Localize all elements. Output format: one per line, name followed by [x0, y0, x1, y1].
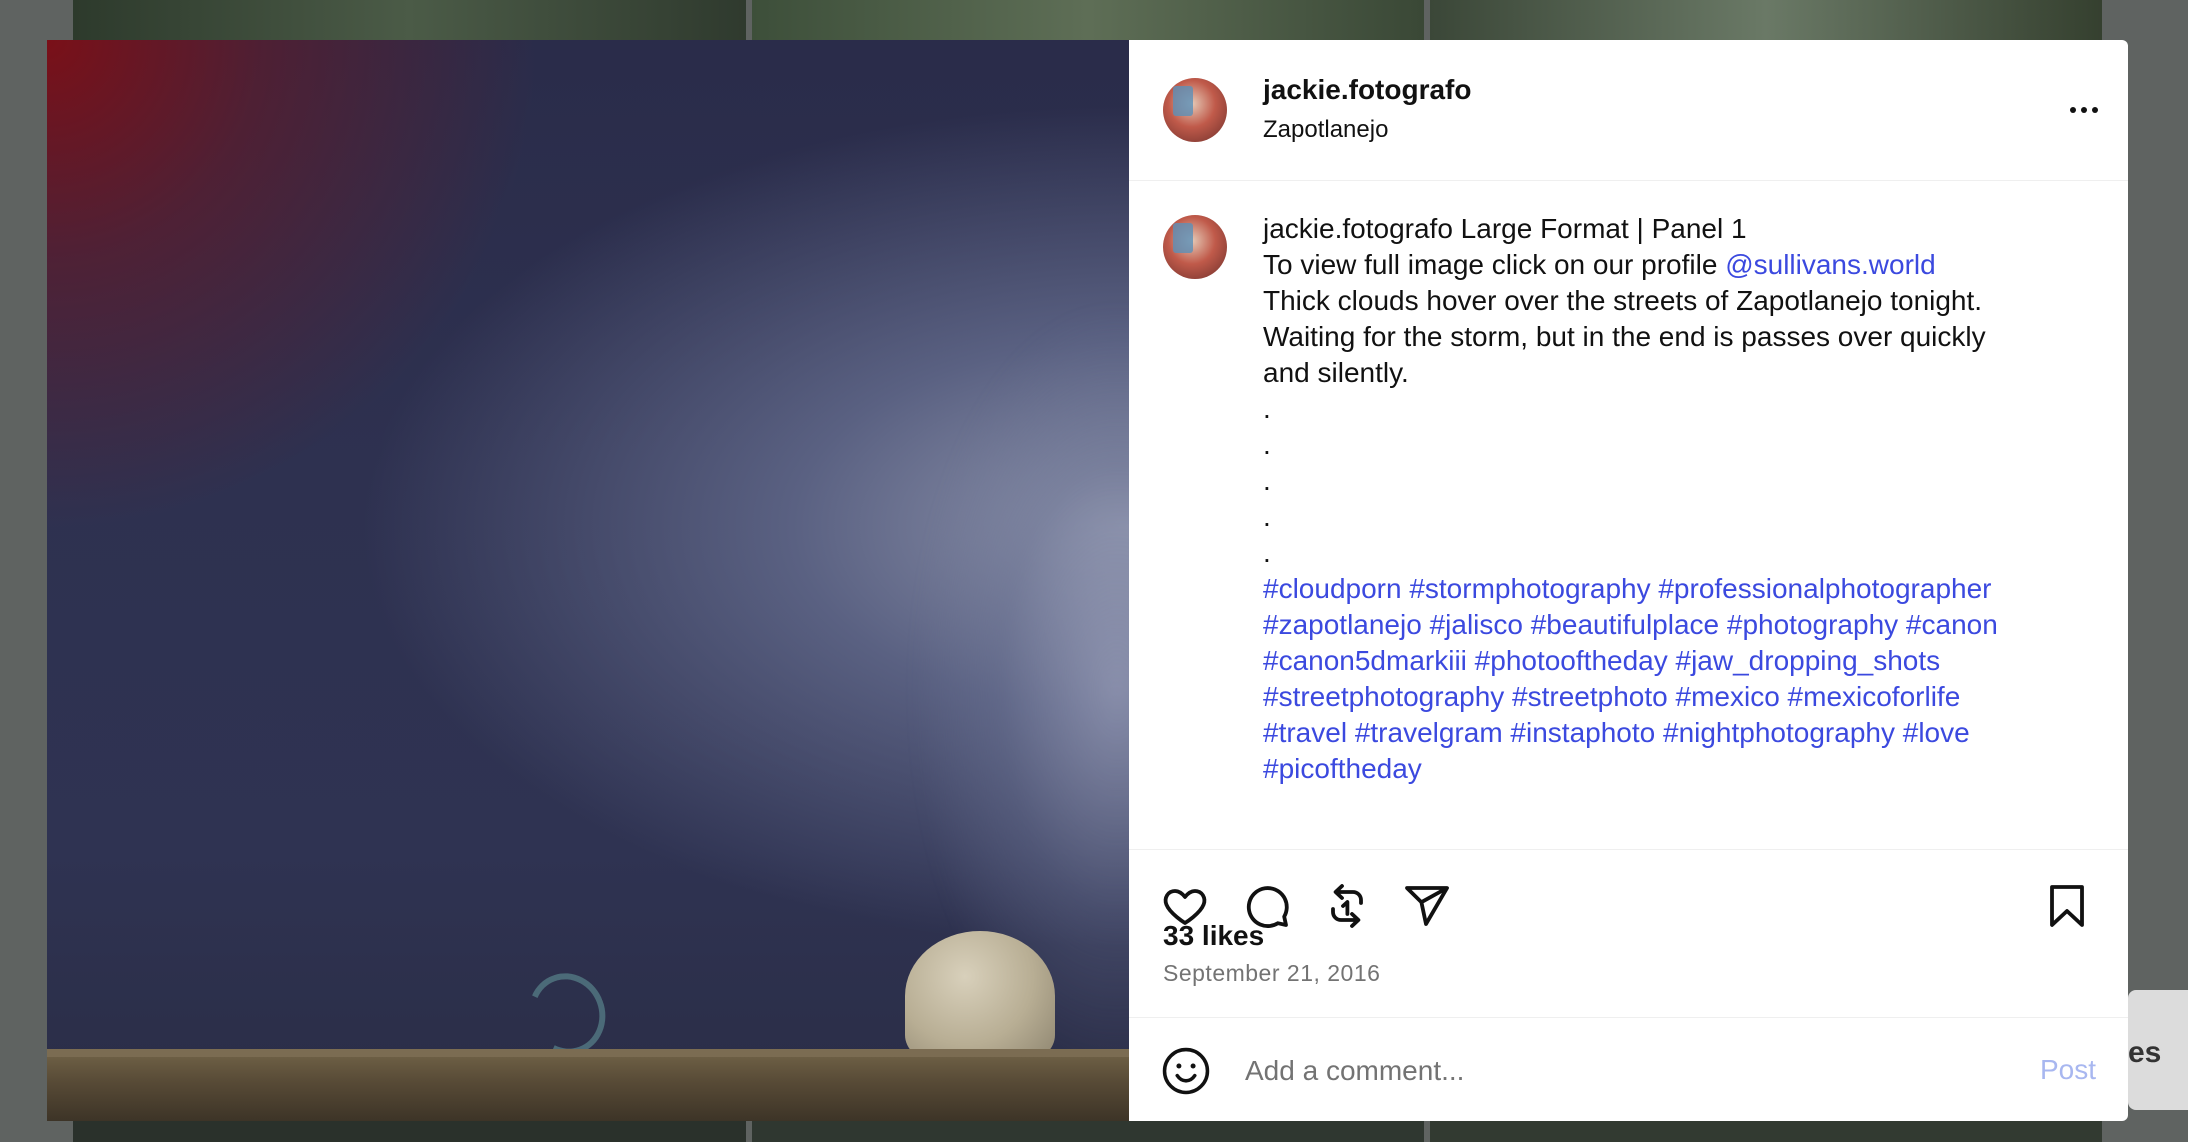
- likes-count[interactable]: 33 likes: [1163, 920, 1264, 952]
- post-modal: jackie.fotografo Zapotlanejo jackie.foto…: [47, 40, 2128, 1121]
- avatar[interactable]: [1163, 78, 1227, 142]
- background-thumbnail: [752, 0, 1424, 40]
- dot-icon: [2070, 107, 2076, 113]
- post-username[interactable]: jackie.fotografo: [1263, 74, 1471, 106]
- hashtag-line[interactable]: #zapotlanejo #jalisco #beautifulplace #p…: [1263, 607, 2083, 643]
- comment-bar: Post: [1129, 1017, 2128, 1121]
- caption-dot: .: [1263, 393, 1271, 424]
- comment-input[interactable]: [1243, 1044, 1947, 1098]
- photo-water-tank: [905, 931, 1055, 1061]
- caption-line: and silently.: [1263, 357, 1409, 388]
- repost-button[interactable]: [1321, 880, 1373, 932]
- background-thumbnail: [73, 1120, 746, 1142]
- caption-section: jackie.fotografo Large Format | Panel 1 …: [1129, 181, 2128, 850]
- post-location[interactable]: Zapotlanejo: [1263, 116, 1388, 144]
- background-side-text: es: [2128, 1036, 2162, 1069]
- caption-dot: .: [1263, 537, 1271, 568]
- post-side-panel: jackie.fotografo Zapotlanejo jackie.foto…: [1129, 40, 2128, 1121]
- more-options-button[interactable]: [2062, 90, 2106, 130]
- caption-line: Waiting for the storm, but in the end is…: [1263, 321, 1986, 352]
- background-thumbnail: [1430, 1120, 2102, 1142]
- post-date[interactable]: September 21, 2016: [1163, 960, 1380, 987]
- caption-profile-text: To view full image click on our profile: [1263, 249, 1718, 280]
- photo-rooftop: [47, 1057, 1129, 1121]
- save-button[interactable]: [2041, 880, 2093, 932]
- hashtag-line[interactable]: #streetphotography #streetphoto #mexico …: [1263, 679, 2083, 715]
- smiley-icon: [1162, 1047, 1210, 1095]
- background-thumbnail: [1430, 0, 2102, 40]
- background-thumbnail: [752, 1120, 1424, 1142]
- hashtag-line[interactable]: #travel #travelgram #instaphoto #nightph…: [1263, 715, 2083, 751]
- caption-dot: .: [1263, 465, 1271, 496]
- post-comment-button[interactable]: Post: [2040, 1054, 2096, 1086]
- hashtag-line[interactable]: #cloudporn #stormphotography #profession…: [1263, 571, 2083, 607]
- caption-title: Large Format | Panel 1: [1460, 213, 1747, 244]
- caption-dot: .: [1263, 501, 1271, 532]
- background-thumbnail: [73, 0, 746, 40]
- emoji-button[interactable]: [1161, 1046, 1211, 1096]
- dot-icon: [2081, 107, 2087, 113]
- hashtag-line[interactable]: #canon5dmarkiii #photooftheday #jaw_drop…: [1263, 643, 2083, 679]
- post-header: jackie.fotografo Zapotlanejo: [1129, 40, 2128, 181]
- caption-text: jackie.fotografo Large Format | Panel 1 …: [1263, 211, 2083, 787]
- bookmark-icon: [2050, 885, 2084, 927]
- repost-icon: [1331, 884, 1363, 928]
- hashtag-line[interactable]: #picoftheday: [1263, 751, 2083, 787]
- action-bar: [1129, 850, 2128, 960]
- avatar[interactable]: [1163, 215, 1227, 279]
- caption-line: jackie.fotografo Large Format | Panel 1: [1263, 211, 2083, 247]
- photo-roof-edge: [47, 1049, 1129, 1057]
- share-button[interactable]: [1401, 880, 1453, 932]
- dot-icon: [2092, 107, 2098, 113]
- send-icon: [1405, 886, 1449, 926]
- caption-line: Thick clouds hover over the streets of Z…: [1263, 285, 1983, 316]
- caption-line: To view full image click on our profile …: [1263, 247, 2083, 283]
- caption-dot: .: [1263, 429, 1271, 460]
- caption-username[interactable]: jackie.fotografo: [1263, 213, 1453, 244]
- post-photo: [47, 40, 1169, 1121]
- mention-link[interactable]: @sullivans.world: [1725, 249, 1936, 280]
